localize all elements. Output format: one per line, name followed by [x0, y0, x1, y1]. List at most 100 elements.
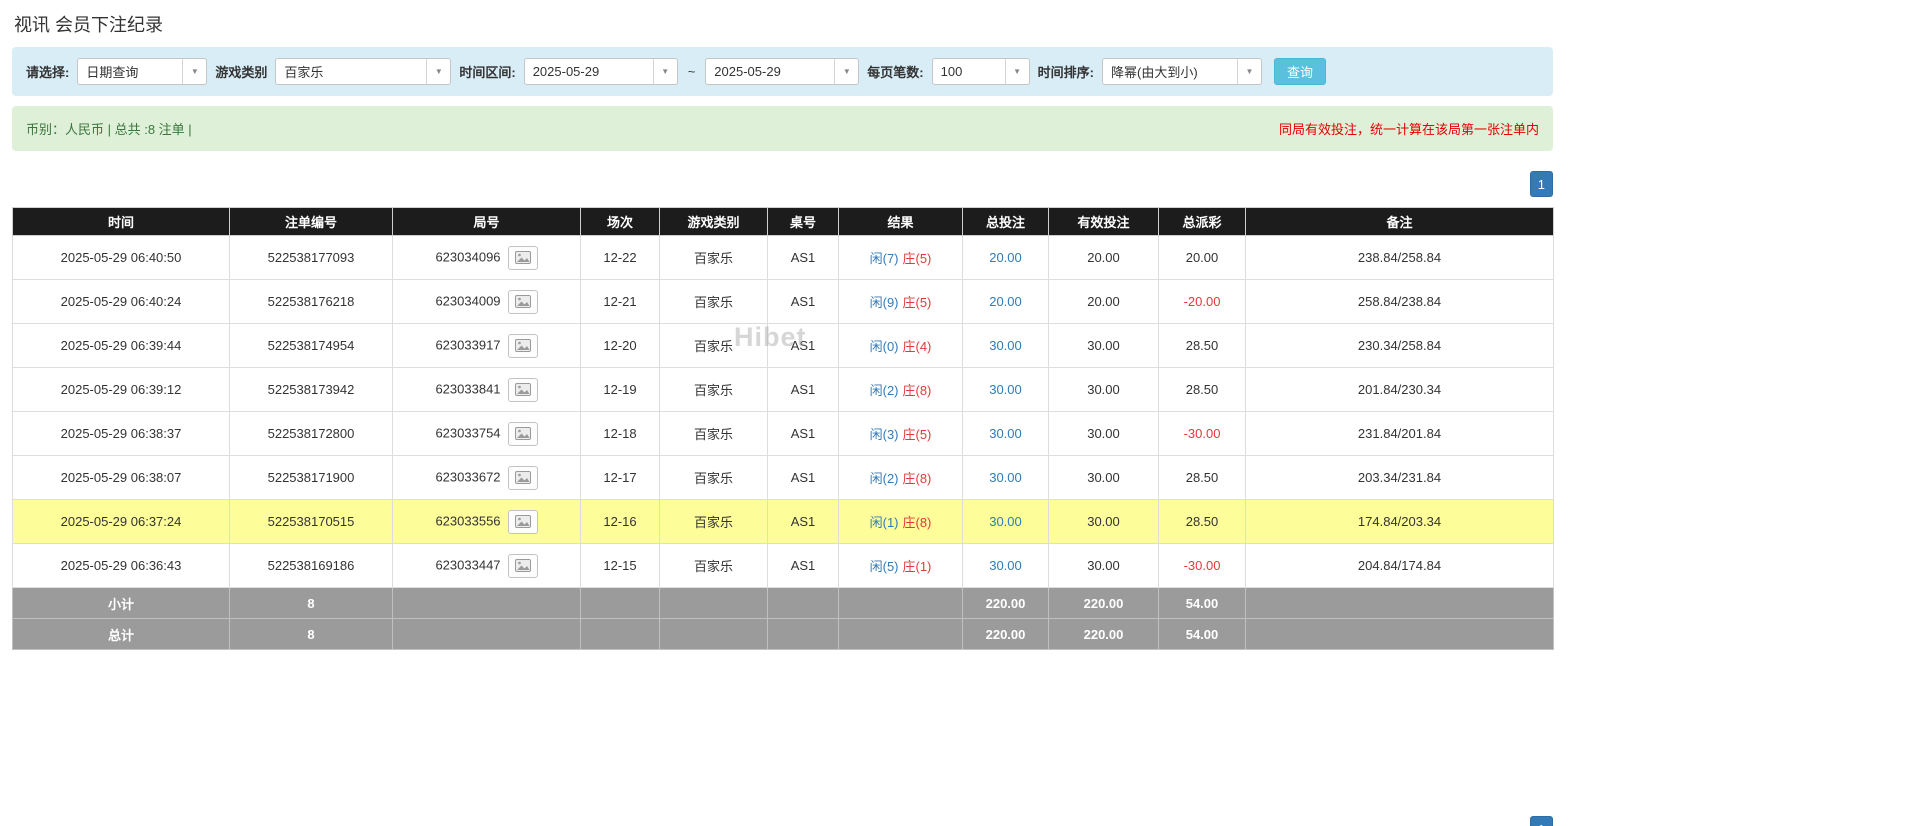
valid-bet-cell: 30.00	[1049, 544, 1159, 588]
video-snapshot-icon	[515, 471, 531, 484]
time-cell: 2025-05-29 06:37:24	[13, 500, 230, 544]
total-bet-link[interactable]: 20.00	[989, 294, 1022, 309]
round-id: 623034096	[435, 249, 500, 264]
page-button-1[interactable]: 1	[1530, 171, 1553, 197]
round-cell: 623033672	[393, 456, 581, 500]
valid-bet-cell: 30.00	[1049, 368, 1159, 412]
time-range-label: 时间区间:	[459, 62, 515, 81]
empty-cell	[660, 619, 768, 650]
remark-cell: 203.34/231.84	[1246, 456, 1554, 500]
table-no-cell: AS1	[768, 236, 839, 280]
video-replay-button[interactable]	[508, 290, 538, 314]
empty-cell	[393, 588, 581, 619]
table-no-cell: AS1	[768, 456, 839, 500]
game-type-cell: 百家乐	[660, 324, 768, 368]
payout-cell: -30.00	[1159, 544, 1246, 588]
table-no-cell: AS1	[768, 544, 839, 588]
total-bet-link[interactable]: 30.00	[989, 338, 1022, 353]
col-header-time: 时间	[13, 208, 230, 236]
video-replay-button[interactable]	[508, 466, 538, 490]
result-player: 闲(2)	[870, 383, 899, 398]
result-player: 闲(1)	[870, 515, 899, 530]
round-cell: 623033917	[393, 324, 581, 368]
result-player: 闲(3)	[870, 427, 899, 442]
game-type-cell: 百家乐	[660, 236, 768, 280]
total-bet-link[interactable]: 20.00	[989, 250, 1022, 265]
total-bet-link[interactable]: 30.00	[989, 426, 1022, 441]
video-replay-button[interactable]	[508, 510, 538, 534]
session-cell: 12-22	[581, 236, 660, 280]
col-header-session: 场次	[581, 208, 660, 236]
result-cell: 闲(5)庄(1)	[839, 544, 963, 588]
total-bet-link[interactable]: 30.00	[989, 558, 1022, 573]
total-bet-link[interactable]: 30.00	[989, 382, 1022, 397]
total-bet-cell: 30.00	[963, 456, 1049, 500]
col-header-remark: 备注	[1246, 208, 1554, 236]
valid-bet-cell: 30.00	[1049, 500, 1159, 544]
chevron-down-icon[interactable]: ▼	[1005, 59, 1029, 84]
chevron-down-icon[interactable]: ▼	[834, 59, 858, 84]
empty-cell	[581, 588, 660, 619]
valid-bet-cell: 30.00	[1049, 456, 1159, 500]
empty-cell	[660, 588, 768, 619]
session-cell: 12-19	[581, 368, 660, 412]
bet-id-cell: 522538174954	[230, 324, 393, 368]
sort-order-select[interactable]: 降幂(由大到小) ▼	[1102, 58, 1262, 85]
result-cell: 闲(2)庄(8)	[839, 368, 963, 412]
session-cell: 12-15	[581, 544, 660, 588]
query-type-value: 日期查询	[78, 59, 182, 84]
summary-note-text: 同局有效投注，统一计算在该局第一张注单内	[1279, 119, 1539, 138]
table-no-cell: AS1	[768, 500, 839, 544]
payout-cell: 28.50	[1159, 500, 1246, 544]
video-replay-button[interactable]	[508, 422, 538, 446]
video-replay-button[interactable]	[508, 378, 538, 402]
search-button[interactable]: 查询	[1274, 58, 1326, 85]
game-type-value: 百家乐	[276, 59, 426, 84]
page-size-select[interactable]: 100 ▼	[932, 58, 1030, 85]
total-bet-link[interactable]: 30.00	[989, 514, 1022, 529]
round-id: 623033917	[435, 337, 500, 352]
page-button-1-bottom[interactable]: 1	[1530, 816, 1553, 826]
valid-bet-cell: 20.00	[1049, 236, 1159, 280]
summary-currency-text: 币别：人民币 | 总共 :8 注单 |	[26, 119, 192, 138]
video-snapshot-icon	[515, 559, 531, 572]
total-label: 总计	[13, 619, 230, 650]
round-id: 623033754	[435, 425, 500, 440]
pagination-bottom: 1	[12, 816, 1553, 826]
result-player: 闲(0)	[870, 339, 899, 354]
chevron-down-icon[interactable]: ▼	[182, 59, 206, 84]
date-from-select[interactable]: 2025-05-29 ▼	[524, 58, 678, 85]
empty-cell	[768, 619, 839, 650]
empty-cell	[1246, 588, 1554, 619]
chevron-down-icon[interactable]: ▼	[426, 59, 450, 84]
game-type-cell: 百家乐	[660, 500, 768, 544]
total-row: 总计 8 220.00 220.00 54.00	[13, 619, 1554, 650]
table-row: 2025-05-29 06:36:43 522538169186 6230334…	[13, 544, 1554, 588]
round-cell: 623033841	[393, 368, 581, 412]
table-header-row: 时间 注单编号 局号 场次 游戏类别 桌号 结果 总投注 有效投注 总派彩 备注	[13, 208, 1554, 236]
total-bet-cell: 30.00	[963, 500, 1049, 544]
video-snapshot-icon	[515, 427, 531, 440]
valid-bet-cell: 20.00	[1049, 280, 1159, 324]
game-type-select[interactable]: 百家乐 ▼	[275, 58, 451, 85]
video-snapshot-icon	[515, 251, 531, 264]
result-player: 闲(9)	[870, 295, 899, 310]
query-type-label: 请选择:	[26, 62, 69, 81]
date-to-select[interactable]: 2025-05-29 ▼	[705, 58, 859, 85]
query-type-select[interactable]: 日期查询 ▼	[77, 58, 207, 85]
time-cell: 2025-05-29 06:40:24	[13, 280, 230, 324]
table-no-cell: AS1	[768, 324, 839, 368]
video-replay-button[interactable]	[508, 334, 538, 358]
total-bet-link[interactable]: 30.00	[989, 470, 1022, 485]
video-replay-button[interactable]	[508, 246, 538, 270]
time-cell: 2025-05-29 06:38:07	[13, 456, 230, 500]
subtotal-total-bet: 220.00	[963, 588, 1049, 619]
payout-cell: 20.00	[1159, 236, 1246, 280]
chevron-down-icon[interactable]: ▼	[1237, 59, 1261, 84]
chevron-down-icon[interactable]: ▼	[653, 59, 677, 84]
video-replay-button[interactable]	[508, 554, 538, 578]
remark-cell: 174.84/203.34	[1246, 500, 1554, 544]
subtotal-row: 小计 8 220.00 220.00 54.00	[13, 588, 1554, 619]
session-cell: 12-20	[581, 324, 660, 368]
empty-cell	[393, 619, 581, 650]
